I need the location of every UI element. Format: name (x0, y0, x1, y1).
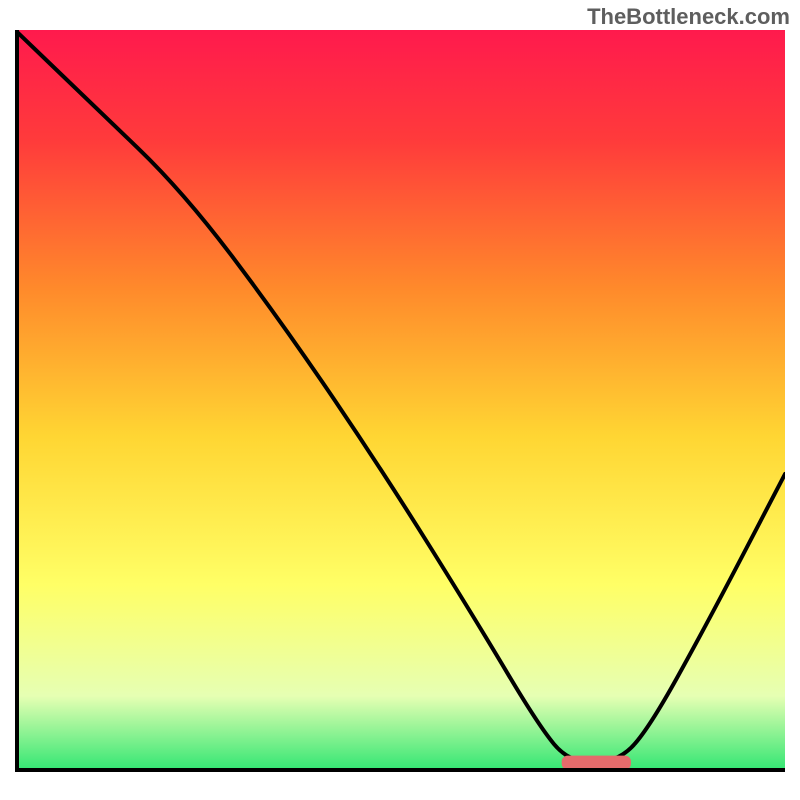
plot-svg (15, 30, 785, 785)
watermark-text: TheBottleneck.com (587, 4, 790, 30)
chart-container: TheBottleneck.com (0, 0, 800, 800)
optimal-range-marker (562, 756, 631, 770)
plot-area (15, 30, 785, 785)
